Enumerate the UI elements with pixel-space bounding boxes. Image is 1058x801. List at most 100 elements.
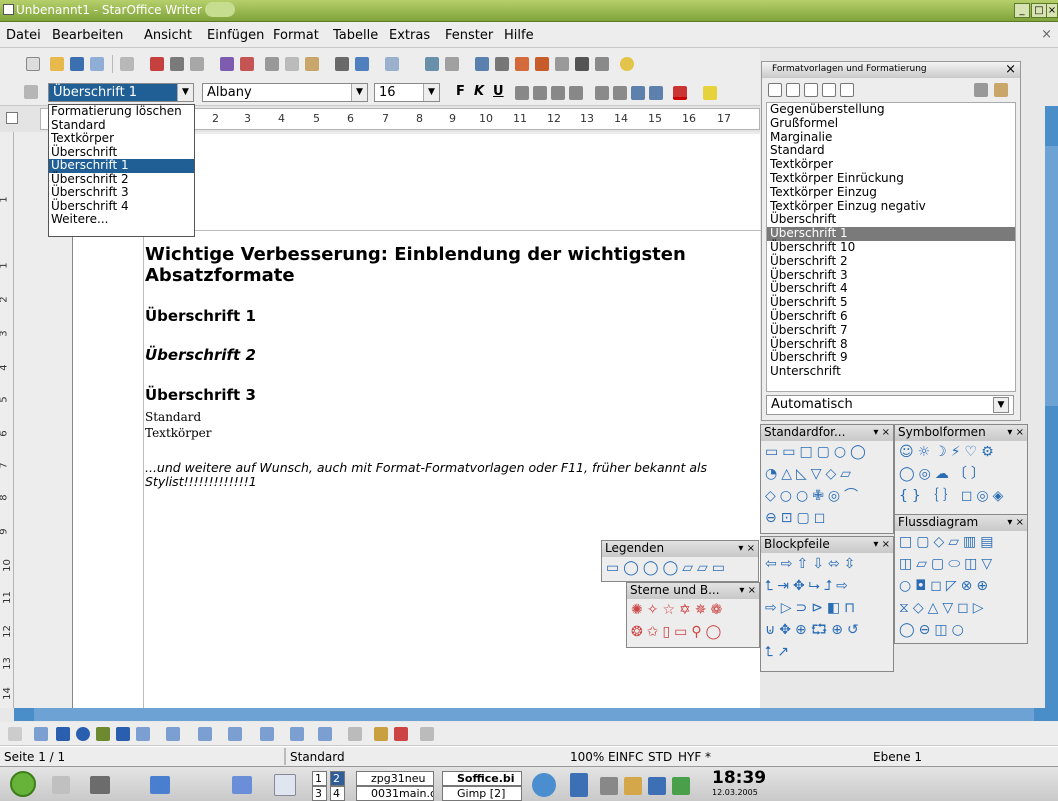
vertical-ruler[interactable]: 1 1 2 3 4 5 6 7 8 9 10 11 12 13 14 xyxy=(0,132,14,708)
underline-button[interactable]: U xyxy=(493,84,504,99)
extrusion-icon[interactable] xyxy=(420,727,434,741)
shape-row[interactable]: ◯⊖◫○ xyxy=(895,619,1027,641)
status-selection-mode[interactable]: STD xyxy=(648,750,672,764)
palette-header[interactable]: Flussdiagram ▾ × xyxy=(895,515,1027,531)
fontwork-icon[interactable] xyxy=(374,727,388,741)
stylist-icon[interactable] xyxy=(24,85,38,99)
style-item[interactable]: Überschrift 5 xyxy=(767,296,1015,310)
gallery-icon[interactable] xyxy=(535,57,549,71)
basic-shapes-icon[interactable] xyxy=(166,727,180,741)
shape-row[interactable]: ❂✩▯▭⚲◯ xyxy=(627,621,759,643)
dropdown-item[interactable]: Weitere... xyxy=(49,213,194,227)
palette-close-icon[interactable]: ▾ × xyxy=(739,583,756,598)
cut-icon[interactable] xyxy=(265,57,279,71)
style-item[interactable]: Überschrift 10 xyxy=(767,241,1015,255)
palette-header[interactable]: Blockpfeile ▾ × xyxy=(761,537,893,553)
print-icon[interactable] xyxy=(170,57,184,71)
style-item[interactable]: Textkörper xyxy=(767,158,1015,172)
menu-ansicht[interactable]: Ansicht xyxy=(144,28,192,43)
shape-row[interactable]: ⮤↗ xyxy=(761,641,893,663)
palette-close-icon[interactable]: ▾ × xyxy=(873,425,890,440)
palette-close-icon[interactable]: ▾ × xyxy=(738,541,755,556)
menu-datei[interactable]: Datei xyxy=(6,28,41,43)
align-left-icon[interactable] xyxy=(515,86,529,100)
maximize-button[interactable]: □ xyxy=(1031,3,1047,18)
status-zoom[interactable]: 100% xyxy=(570,750,604,764)
document-heading-3[interactable]: Überschrift 3 xyxy=(145,386,256,404)
find-replace-icon[interactable] xyxy=(495,57,509,71)
from-file-icon[interactable] xyxy=(394,727,408,741)
stylist-close-button[interactable]: × xyxy=(1005,62,1016,77)
desktop-1[interactable]: 1 xyxy=(312,771,327,786)
scroll-thumb[interactable] xyxy=(1045,146,1058,406)
dropdown-item[interactable]: Formatierung löschen xyxy=(49,105,194,119)
menu-fenster[interactable]: Fenster xyxy=(445,28,493,43)
dropdown-item-selected[interactable]: Überschrift 1 xyxy=(49,159,194,173)
gimp-launcher-icon[interactable] xyxy=(90,776,110,794)
shape-row[interactable]: ⊖⊡▢◻ xyxy=(761,507,893,529)
shape-row[interactable]: ⮤⇥✥⮡⮥⇨ xyxy=(761,575,893,597)
shape-row[interactable]: ◯◎☁〔〕 xyxy=(895,463,1027,485)
callout-icon[interactable] xyxy=(136,727,150,741)
block-arrows-icon[interactable] xyxy=(228,727,242,741)
desktop-3[interactable]: 3 xyxy=(312,786,327,801)
style-filter-select[interactable]: Automatisch ▼ xyxy=(766,395,1014,415)
save-icon[interactable] xyxy=(70,57,84,71)
navigator-icon[interactable] xyxy=(515,57,529,71)
help-icon[interactable] xyxy=(620,57,634,71)
dropdown-item[interactable]: Überschrift 4 xyxy=(49,199,194,214)
palette-header[interactable]: Legenden ▾ × xyxy=(602,541,758,557)
edit-file-icon[interactable] xyxy=(120,57,134,71)
show-draw-functions-icon[interactable] xyxy=(475,57,489,71)
shape-row[interactable]: ▭▭□▢○◯ xyxy=(761,441,893,463)
mail-icon[interactable] xyxy=(90,57,104,71)
close-button[interactable]: × xyxy=(1046,3,1058,18)
palette-close-icon[interactable]: ▾ × xyxy=(1007,515,1024,530)
shape-row[interactable]: ◫▱▢⬭◫▽ xyxy=(895,553,1027,575)
menu-bearbeiten[interactable]: Bearbeiten xyxy=(52,28,123,43)
style-item[interactable]: Überschrift 9 xyxy=(767,351,1015,365)
dropdown-item[interactable]: Überschrift 3 xyxy=(49,186,194,200)
task-button[interactable]: Gimp [2] xyxy=(442,786,522,801)
chevron-down-icon[interactable]: ▼ xyxy=(423,84,439,101)
horizontal-scrollbar[interactable] xyxy=(14,708,1058,721)
redo-icon[interactable] xyxy=(385,57,399,71)
style-item[interactable]: Überschrift 7 xyxy=(767,323,1015,338)
palette-header[interactable]: Sterne und B... ▾ × xyxy=(627,583,759,599)
desktop-2[interactable]: 2 xyxy=(330,771,345,786)
browser-launcher-icon[interactable] xyxy=(150,776,170,794)
autospell-icon[interactable] xyxy=(240,57,254,71)
font-size-combo[interactable]: 16 ▼ xyxy=(374,83,440,102)
line-icon[interactable] xyxy=(34,727,48,741)
shape-row[interactable]: {}｛｝◻◎◈ xyxy=(895,485,1027,507)
shape-row[interactable]: ◔△◺▽◇▱ xyxy=(761,463,893,485)
document-close-button[interactable]: × xyxy=(1041,27,1052,42)
desktop-4[interactable]: 4 xyxy=(330,786,345,801)
symbol-shapes-icon[interactable] xyxy=(198,727,212,741)
numbering-icon[interactable] xyxy=(595,86,609,100)
font-color-icon[interactable] xyxy=(673,86,687,100)
italic-button[interactable]: K xyxy=(474,84,484,99)
minimize-button[interactable]: _ xyxy=(1014,3,1030,18)
menu-hilfe[interactable]: Hilfe xyxy=(504,28,534,43)
chevron-down-icon[interactable]: ▼ xyxy=(993,397,1009,413)
shape-row[interactable]: ▭◯◯◯▱▱▭ xyxy=(602,557,758,579)
increase-indent-icon[interactable] xyxy=(649,86,663,100)
fill-format-icon[interactable] xyxy=(974,83,988,97)
paragraph-styles-icon[interactable] xyxy=(768,83,782,97)
menu-extras[interactable]: Extras xyxy=(389,28,430,43)
tab-type-icon[interactable] xyxy=(6,112,18,124)
ellipse-icon[interactable] xyxy=(76,727,90,741)
tray-icon[interactable] xyxy=(600,777,618,795)
lock-tray-icon[interactable] xyxy=(570,773,588,797)
rectangle-icon[interactable] xyxy=(56,727,70,741)
launcher-icon[interactable] xyxy=(52,776,70,794)
menu-einfuegen[interactable]: Einfügen xyxy=(207,28,264,43)
align-right-icon[interactable] xyxy=(551,86,565,100)
menu-tabelle[interactable]: Tabelle xyxy=(333,28,378,43)
scroll-thumb[interactable] xyxy=(34,708,1034,721)
datasource-icon[interactable] xyxy=(555,57,569,71)
document-heading-2[interactable]: Überschrift 2 xyxy=(145,346,256,364)
points-icon[interactable] xyxy=(348,727,362,741)
style-item[interactable]: Überschrift 6 xyxy=(767,310,1015,324)
